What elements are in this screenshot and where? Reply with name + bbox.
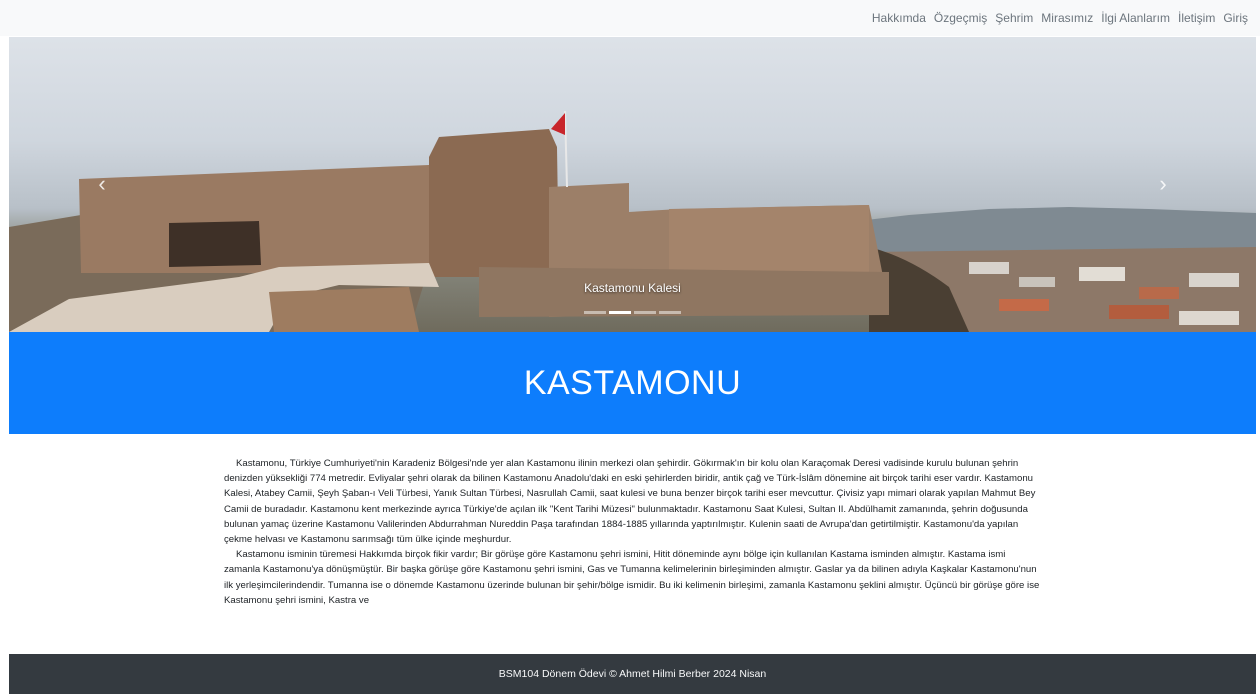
nav-item-iletisim[interactable]: İletişim xyxy=(1174,0,1219,36)
content-paragraph: Kastamonu, Türkiye Cumhuriyeti'nin Karad… xyxy=(224,458,1036,546)
page-banner: KASTAMONU xyxy=(9,332,1256,434)
nav-item-hakkimda[interactable]: Hakkımda xyxy=(868,0,930,36)
nav-item-sehrim[interactable]: Şehrim xyxy=(991,0,1037,36)
carousel-indicator[interactable] xyxy=(584,311,606,314)
carousel-indicator[interactable] xyxy=(659,311,681,314)
carousel-indicators xyxy=(9,311,1256,314)
chevron-left-icon: ‹ xyxy=(98,171,106,196)
nav-item-ozgecmis[interactable]: Özgeçmiş xyxy=(930,0,991,36)
content-paragraph: Kastamonu isminin türemesi Hakkımda birç… xyxy=(224,549,1040,606)
main-content: Kastamonu, Türkiye Cumhuriyeti'nin Karad… xyxy=(224,456,1044,608)
nav-item-mirasimiz[interactable]: Mirasımız xyxy=(1037,0,1097,36)
chevron-right-icon: › xyxy=(1159,171,1167,196)
carousel-next-button[interactable]: › xyxy=(1148,169,1178,199)
nav-menu: Hakkımda Özgeçmiş Şehrim Mirasımız İlgi … xyxy=(868,0,1260,36)
page-footer: BSM104 Dönem Ödevi © Ahmet Hilmi Berber … xyxy=(9,654,1256,694)
nav-item-ilgi-alanlarim[interactable]: İlgi Alanlarım xyxy=(1097,0,1174,36)
footer-text: BSM104 Dönem Ödevi © Ahmet Hilmi Berber … xyxy=(498,668,767,680)
nav-item-giris[interactable]: Giriş xyxy=(1219,0,1252,36)
carousel-caption: Kastamonu Kalesi xyxy=(584,281,681,295)
image-carousel[interactable]: ‹ › Kastamonu Kalesi xyxy=(9,37,1256,332)
carousel-indicator[interactable] xyxy=(634,311,656,314)
page-title: KASTAMONU xyxy=(523,363,742,402)
carousel-prev-button[interactable]: ‹ xyxy=(87,169,117,199)
carousel-indicator-active[interactable] xyxy=(609,311,631,314)
top-navbar: Hakkımda Özgeçmiş Şehrim Mirasımız İlgi … xyxy=(0,0,1260,36)
